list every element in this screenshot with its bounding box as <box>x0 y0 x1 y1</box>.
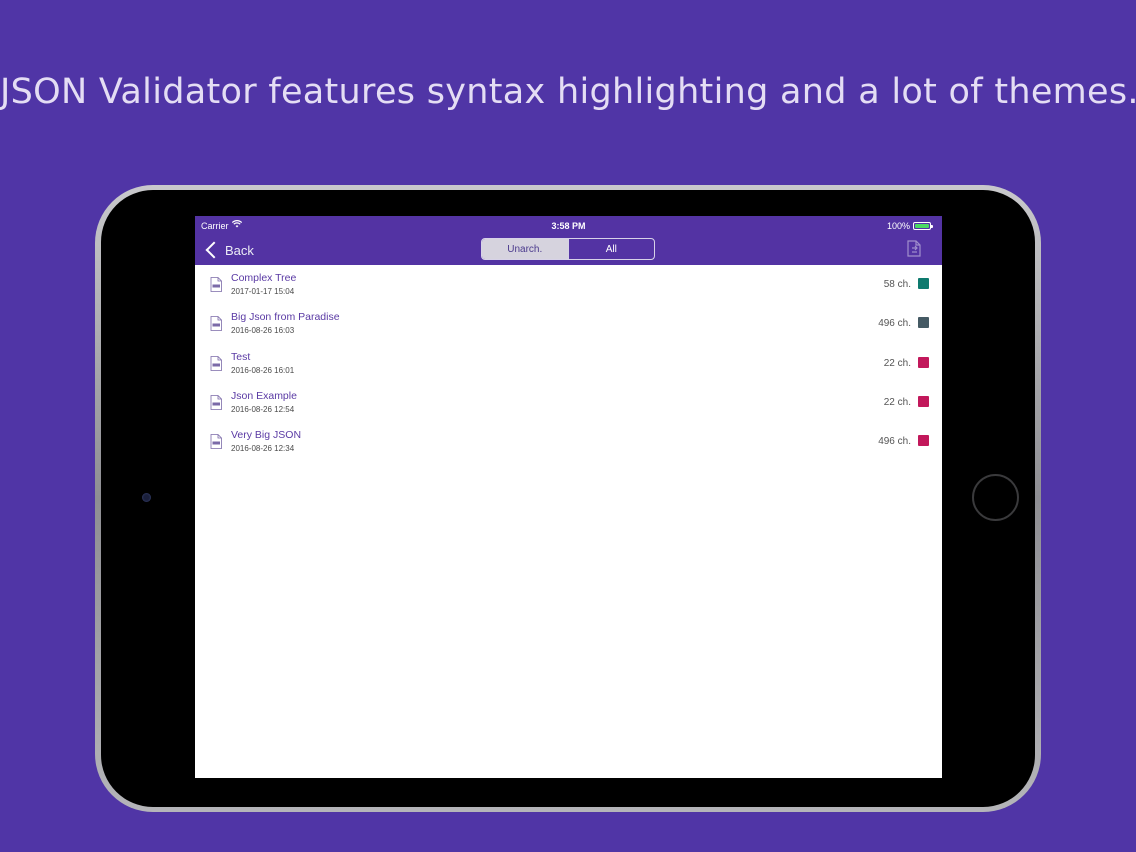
list-item[interactable]: Big Json from Paradise 2016-08-26 16:03 … <box>195 304 942 343</box>
back-button[interactable]: Back <box>204 239 254 261</box>
home-button[interactable] <box>972 474 1019 521</box>
navigation-bar: Back Unarch. All <box>195 235 942 265</box>
list-item[interactable]: Json Example 2016-08-26 12:54 22 ch. <box>195 383 942 422</box>
json-file-icon <box>210 434 222 450</box>
theme-color-swatch <box>918 317 929 329</box>
headline: JSON Validator features syntax highlight… <box>0 72 1136 112</box>
file-title: Complex Tree <box>231 272 297 284</box>
file-size: 496 ch. <box>878 436 911 448</box>
list-item[interactable]: Very Big JSON 2016-08-26 12:34 496 ch. <box>195 422 942 461</box>
back-label: Back <box>225 242 254 258</box>
export-icon[interactable] <box>905 239 925 259</box>
theme-color-swatch <box>918 278 929 289</box>
battery-percentage: 100% <box>886 221 910 231</box>
file-size: 22 ch. <box>883 396 911 408</box>
segment-unarchived[interactable]: Unarch. <box>482 239 568 259</box>
file-date: 2017-01-17 15:04 <box>231 287 295 296</box>
file-title: Big Json from Paradise <box>231 311 340 324</box>
status-time: 3:58 PM <box>551 221 586 231</box>
file-date: 2016-08-26 12:54 <box>231 404 295 414</box>
camera-icon <box>142 493 151 502</box>
app-screen: Carrier 3:58 PM 100% Back Unarch. All Co… <box>195 216 942 778</box>
file-title: Test <box>231 350 251 363</box>
list-item[interactable]: Complex Tree 2017-01-17 15:04 58 ch. <box>195 265 942 304</box>
json-file-icon <box>210 316 222 332</box>
archive-filter-segmented-control: Unarch. All <box>481 238 655 260</box>
file-size: 22 ch. <box>883 357 911 369</box>
chevron-left-icon <box>205 241 223 259</box>
file-size: 496 ch. <box>878 318 911 330</box>
file-title: Json Example <box>231 389 297 402</box>
file-title: Very Big JSON <box>231 429 302 442</box>
theme-color-swatch <box>918 435 929 447</box>
theme-color-swatch <box>918 395 929 407</box>
file-date: 2016-08-26 12:34 <box>231 444 295 454</box>
file-list: Complex Tree 2017-01-17 15:04 58 ch. Big… <box>195 265 942 461</box>
json-file-icon <box>210 394 222 410</box>
file-size: 58 ch. <box>883 279 911 290</box>
segment-all[interactable]: All <box>567 239 655 259</box>
status-bar: Carrier 3:58 PM 100% <box>195 216 942 235</box>
json-file-icon <box>210 277 222 292</box>
json-file-icon <box>210 355 222 371</box>
file-date: 2016-08-26 16:01 <box>231 365 295 375</box>
theme-color-swatch <box>918 356 929 368</box>
file-date: 2016-08-26 16:03 <box>231 326 295 336</box>
list-item[interactable]: Test 2016-08-26 16:01 22 ch. <box>195 344 942 383</box>
battery-icon <box>913 222 933 230</box>
